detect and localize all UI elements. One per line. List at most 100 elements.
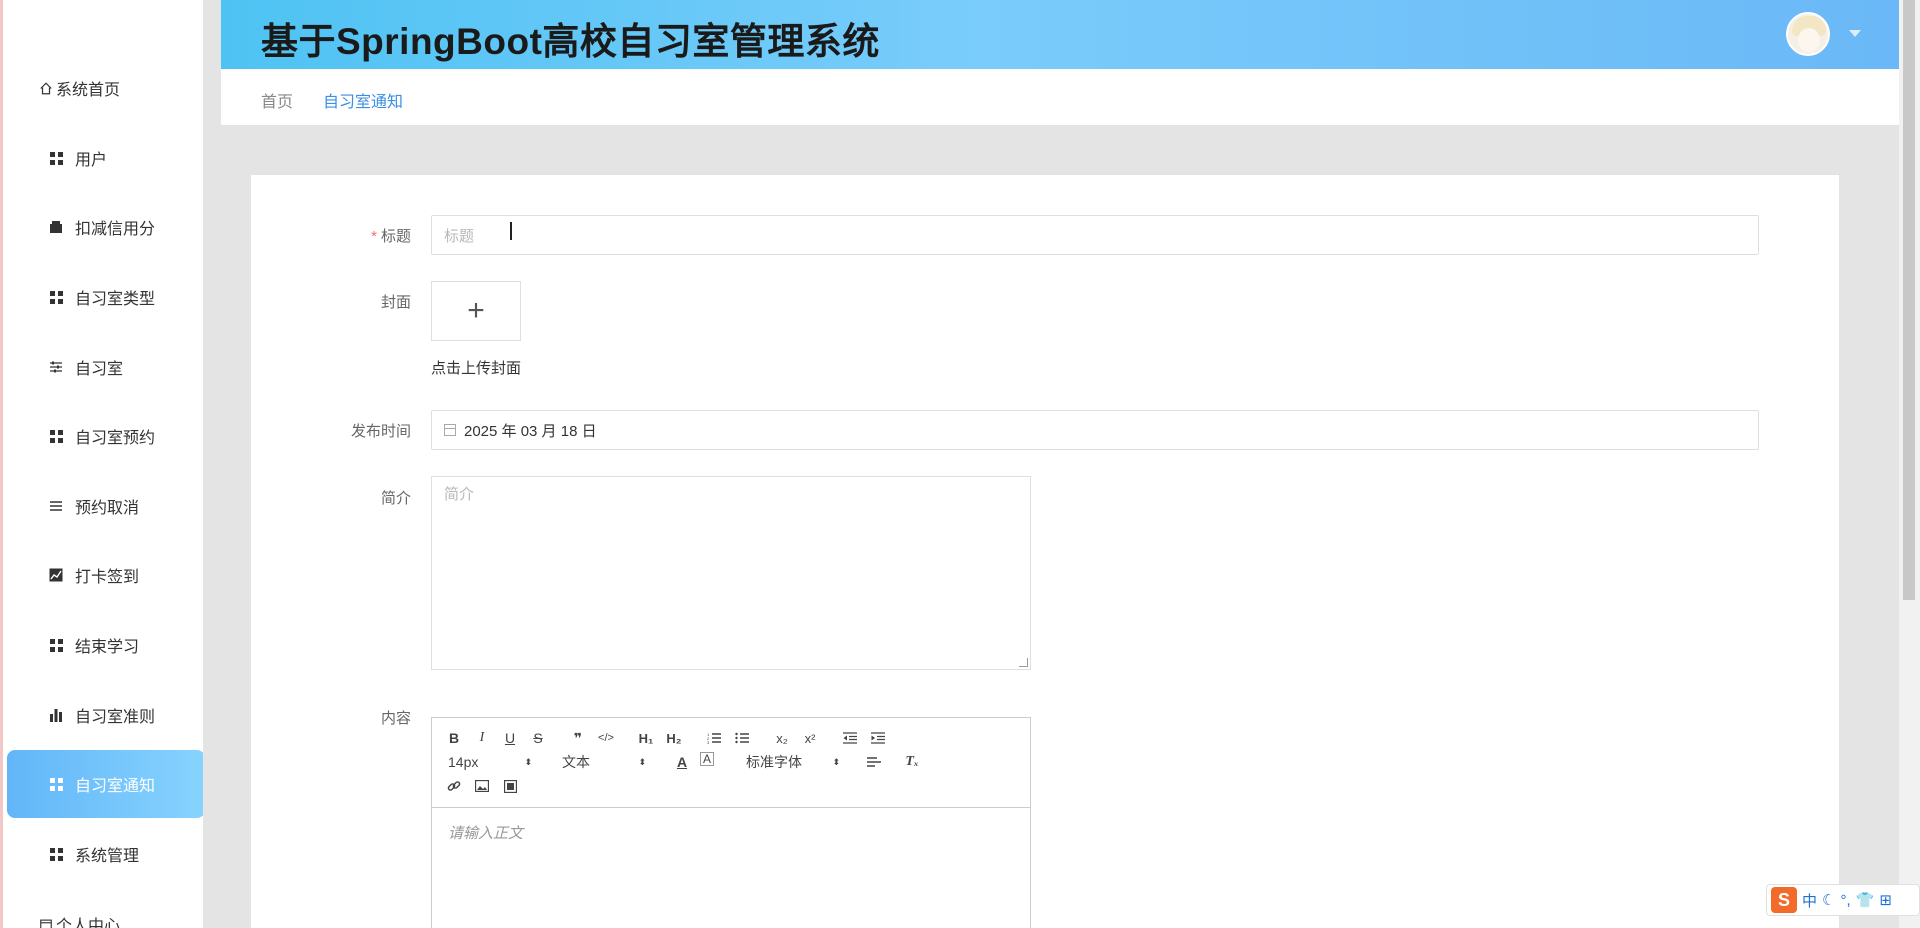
title-placeholder: 标题 xyxy=(444,227,475,245)
breadcrumb: 首页 自习室通知 xyxy=(221,69,1899,125)
sidebar-item-label: 预约取消 xyxy=(75,500,140,517)
video-icon[interactable] xyxy=(500,776,520,796)
required-mark: * xyxy=(371,228,377,245)
cover-label: 封面 xyxy=(380,294,411,311)
code-block-icon[interactable]: </> xyxy=(596,728,616,748)
sidebar-item-label: 结束学习 xyxy=(75,639,140,656)
text-type-select[interactable]: 文本 ⬍ xyxy=(562,752,646,772)
background-color-icon[interactable]: A xyxy=(700,752,714,766)
sidebar-item-label: 个人中心 xyxy=(56,918,121,928)
line-chart-icon xyxy=(49,568,63,582)
grid-icon xyxy=(49,290,63,304)
sidebar-item-check-in[interactable]: 打卡签到 xyxy=(7,541,203,609)
content-label: 内容 xyxy=(380,710,411,727)
punctuation-icon[interactable]: °, xyxy=(1840,892,1850,909)
align-left-icon[interactable] xyxy=(864,752,884,772)
sidebar-item-room-type[interactable]: 自习室类型 xyxy=(7,263,203,331)
sidebar-item-cancel-reservation[interactable]: 预约取消 xyxy=(7,472,203,540)
title-input[interactable]: 标题 xyxy=(431,215,1759,255)
top-header: 基于SpringBoot高校自习室管理系统 xyxy=(221,0,1899,69)
sidebar-item-room[interactable]: 自习室 xyxy=(7,333,203,401)
select-arrows-icon: ⬍ xyxy=(524,756,532,767)
sidebar-item-end-study[interactable]: 结束学习 xyxy=(7,611,203,679)
clear-format-icon[interactable]: Tₓ xyxy=(902,752,922,772)
avatar-face xyxy=(1798,28,1820,52)
editor-toolbar: B I U S ❞ </> H₁ H₂ 123 x₂ x² 14px ⬍ 文本 … xyxy=(432,718,1030,808)
strikethrough-icon[interactable]: S xyxy=(528,728,548,748)
svg-text:3: 3 xyxy=(707,740,710,744)
calendar-icon xyxy=(39,917,53,928)
bullet-list-icon[interactable] xyxy=(732,728,752,748)
publish-time-picker[interactable]: 2025 年 03 月 18 日 xyxy=(431,410,1759,450)
grid-icon xyxy=(49,847,63,861)
indent-icon[interactable] xyxy=(868,728,888,748)
heading1-icon[interactable]: H₁ xyxy=(636,728,656,748)
font-size-select[interactable]: 14px ⬍ xyxy=(448,752,532,772)
italic-icon[interactable]: I xyxy=(472,728,492,748)
list-icon xyxy=(49,499,63,513)
font-color-icon[interactable]: A xyxy=(672,752,692,772)
subscript-icon[interactable]: x₂ xyxy=(772,728,792,748)
sidebar-item-label: 自习室准则 xyxy=(75,709,156,726)
ime-toolbar[interactable]: S 中 ☾ °, 👕 ⊞ xyxy=(1766,884,1920,916)
summary-textarea[interactable]: 简介 xyxy=(431,476,1031,670)
sidebar-item-reservation[interactable]: 自习室预约 xyxy=(7,402,203,470)
editor-content-area[interactable]: 请输入正文 xyxy=(432,808,1030,928)
publish-time-value: 2025 年 03 月 18 日 xyxy=(464,422,597,440)
ordered-list-icon[interactable]: 123 xyxy=(704,728,724,748)
ime-mode[interactable]: 中 xyxy=(1802,890,1817,911)
rich-text-editor: B I U S ❞ </> H₁ H₂ 123 x₂ x² 14px ⬍ 文本 … xyxy=(431,717,1031,928)
sliders-icon xyxy=(49,360,63,374)
sidebar-item-notice[interactable]: 自习室通知 xyxy=(7,750,203,818)
sogou-logo-icon: S xyxy=(1771,887,1797,913)
select-arrows-icon: ⬍ xyxy=(832,756,840,767)
sidebar-item-label: 自习室预约 xyxy=(75,430,156,447)
heading2-icon[interactable]: H₂ xyxy=(664,728,684,748)
breadcrumb-home[interactable]: 首页 xyxy=(261,88,293,112)
summary-placeholder: 简介 xyxy=(444,486,475,503)
avatar[interactable] xyxy=(1786,12,1830,56)
cover-upload-button[interactable]: + xyxy=(431,281,521,341)
editor-placeholder: 请输入正文 xyxy=(448,825,524,842)
link-icon[interactable] xyxy=(444,776,464,796)
moon-icon[interactable]: ☾ xyxy=(1822,891,1835,909)
page-scrollbar[interactable] xyxy=(1899,0,1920,928)
sidebar-item-label: 自习室 xyxy=(75,361,124,378)
sidebar-item-users[interactable]: 用户 xyxy=(7,124,203,192)
summary-label: 简介 xyxy=(380,490,411,507)
image-icon[interactable] xyxy=(472,776,492,796)
app-title: 基于SpringBoot高校自习室管理系统 xyxy=(261,21,880,62)
underline-icon[interactable]: U xyxy=(500,728,520,748)
calendar-icon xyxy=(444,424,456,436)
grid-icon xyxy=(49,638,63,652)
blockquote-icon[interactable]: ❞ xyxy=(568,728,588,748)
bold-icon[interactable]: B xyxy=(444,728,464,748)
sidebar-item-home[interactable]: 系统首页 xyxy=(7,54,203,122)
superscript-icon[interactable]: x² xyxy=(800,728,820,748)
grid-icon xyxy=(49,429,63,443)
sidebar-item-rules[interactable]: 自习室准则 xyxy=(7,681,203,749)
title-label: * 标题 xyxy=(371,228,411,245)
sidebar-item-label: 扣减信用分 xyxy=(75,221,156,238)
sidebar-item-label: 系统管理 xyxy=(75,848,140,865)
shirt-icon[interactable]: 👕 xyxy=(1856,891,1875,909)
font-family-select[interactable]: 标准字体 ⬍ xyxy=(746,752,840,772)
apps-grid-icon[interactable]: ⊞ xyxy=(1879,891,1892,909)
sidebar-item-label: 用户 xyxy=(75,152,108,169)
plus-icon: + xyxy=(467,294,485,327)
chevron-down-icon[interactable] xyxy=(1849,30,1861,37)
notice-form-card: * 标题 标题 封面 + 点击上传封面 发布时间 2025 年 03 月 18 日… xyxy=(251,175,1839,928)
outdent-icon[interactable] xyxy=(840,728,860,748)
sidebar-item-profile[interactable]: 个人中心 xyxy=(7,890,203,928)
scrollbar-thumb[interactable] xyxy=(1903,0,1915,600)
sidebar-item-label: 系统首页 xyxy=(56,82,121,99)
bar-chart-icon xyxy=(49,708,63,722)
wallet-icon xyxy=(49,220,63,234)
select-arrows-icon: ⬍ xyxy=(638,756,646,767)
sidebar-item-credit-deduction[interactable]: 扣减信用分 xyxy=(7,193,203,261)
sidebar-item-label: 自习室类型 xyxy=(75,291,156,308)
breadcrumb-current: 自习室通知 xyxy=(323,94,404,111)
sidebar-item-label: 自习室通知 xyxy=(75,778,156,795)
sidebar-item-system[interactable]: 系统管理 xyxy=(7,820,203,888)
publish-time-label: 发布时间 xyxy=(350,423,411,440)
